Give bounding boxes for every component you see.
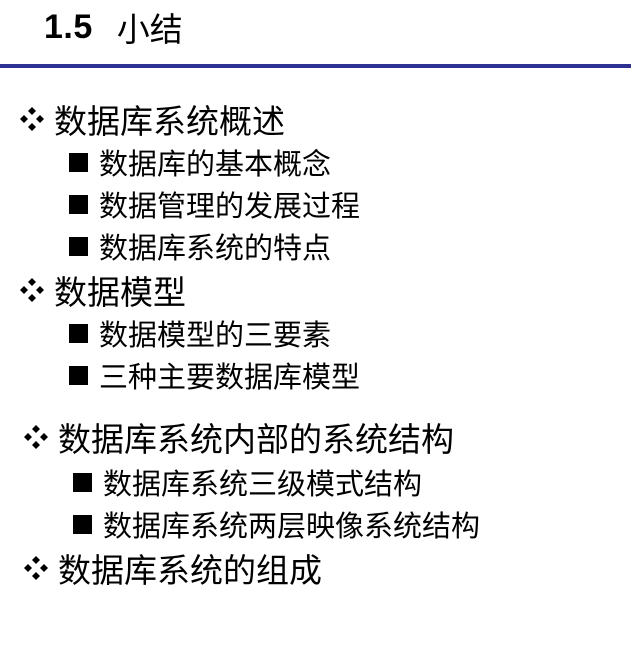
list-item: 数据库的基本概念 bbox=[69, 142, 331, 182]
list-item-label: 数据库系统两层映像系统结构 bbox=[103, 509, 481, 543]
four-diamond-bullet-icon bbox=[24, 425, 48, 449]
list-item-label: 三种主要数据库模型 bbox=[99, 360, 361, 394]
list-item: 数据库系统的特点 bbox=[69, 226, 331, 266]
section-heading: 数据模型 bbox=[18, 268, 186, 312]
section-label: 数据库系统的组成 bbox=[58, 551, 322, 590]
section-label: 数据库系统内部的系统结构 bbox=[58, 420, 454, 459]
page-title: 1.5 小结 bbox=[44, 4, 183, 50]
black-square-bullet-icon bbox=[69, 194, 88, 214]
black-square-bullet-icon bbox=[69, 365, 88, 385]
four-diamond-bullet-icon bbox=[20, 107, 44, 131]
title-underline-divider bbox=[0, 64, 631, 68]
list-item: 数据库系统三级模式结构 bbox=[73, 462, 422, 502]
list-item: 数据库系统两层映像系统结构 bbox=[73, 504, 480, 544]
list-item: 三种主要数据库模型 bbox=[69, 355, 360, 395]
section-title: 小结 bbox=[116, 10, 183, 49]
black-square-bullet-icon bbox=[73, 514, 92, 534]
section-heading: 数据库系统的组成 bbox=[22, 546, 322, 590]
list-item-label: 数据库的基本概念 bbox=[99, 147, 332, 181]
list-item: 数据管理的发展过程 bbox=[69, 184, 360, 224]
section-number: 1.5 bbox=[44, 7, 93, 46]
four-diamond-bullet-icon bbox=[24, 556, 48, 580]
list-item-label: 数据模型的三要素 bbox=[99, 318, 332, 352]
black-square-bullet-icon bbox=[73, 472, 92, 492]
list-item-label: 数据库系统的特点 bbox=[99, 231, 332, 265]
list-item: 数据模型的三要素 bbox=[69, 313, 331, 353]
section-label: 数据库系统概述 bbox=[54, 102, 285, 141]
section-label: 数据模型 bbox=[54, 273, 186, 312]
four-diamond-bullet-icon bbox=[20, 278, 44, 302]
section-heading: 数据库系统内部的系统结构 bbox=[22, 415, 454, 459]
black-square-bullet-icon bbox=[69, 323, 88, 343]
section-heading: 数据库系统概述 bbox=[18, 97, 285, 141]
slide: 1.5 小结 数据库系统概述 数据库的基本概念 数据管理的发展过程 数据库系统的… bbox=[0, 0, 631, 650]
list-item-label: 数据管理的发展过程 bbox=[99, 189, 361, 223]
black-square-bullet-icon bbox=[69, 236, 88, 256]
black-square-bullet-icon bbox=[69, 152, 88, 172]
list-item-label: 数据库系统三级模式结构 bbox=[103, 467, 423, 501]
